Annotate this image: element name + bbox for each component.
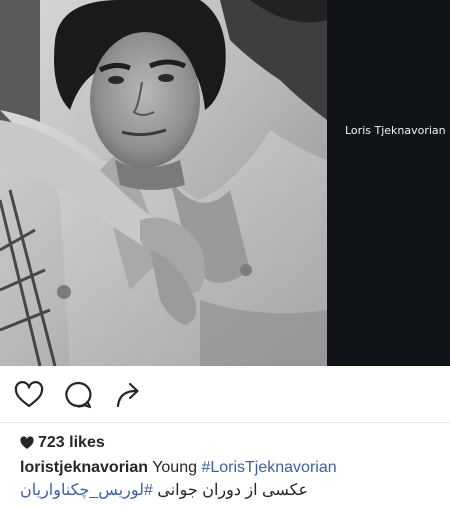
likes-row[interactable]: 723 likes [20,432,105,454]
share-arrow-icon[interactable] [112,379,144,411]
caption-persian-line: #لوریس_چکناواریان عکسی از دوران جوانی [20,480,308,502]
action-bar [0,366,450,422]
caption-persian-text: عکسی از دوران جوانی [157,482,309,499]
comment-bubble-icon[interactable] [62,379,94,411]
divider [0,422,450,423]
portrait-photo [0,0,327,366]
hashtag-link-latin[interactable]: #LorisTjeknavorian [201,459,336,476]
heart-filled-icon [20,436,34,450]
heart-outline-icon[interactable] [13,379,45,411]
username-link[interactable]: loristjeknavorian [20,459,148,476]
caption-text: Young [152,459,197,476]
hashtag-link-persian[interactable]: #لوریس_چکناواریان [20,482,153,499]
caption: loristjeknavorian Young #LorisTjeknavori… [20,458,337,478]
likes-count: 723 [38,434,65,451]
post-image[interactable]: Loris Tjeknavorian [0,0,450,366]
cover-panel [327,0,450,366]
image-caption: Loris Tjeknavorian [345,124,446,137]
likes-label: likes [69,434,105,451]
